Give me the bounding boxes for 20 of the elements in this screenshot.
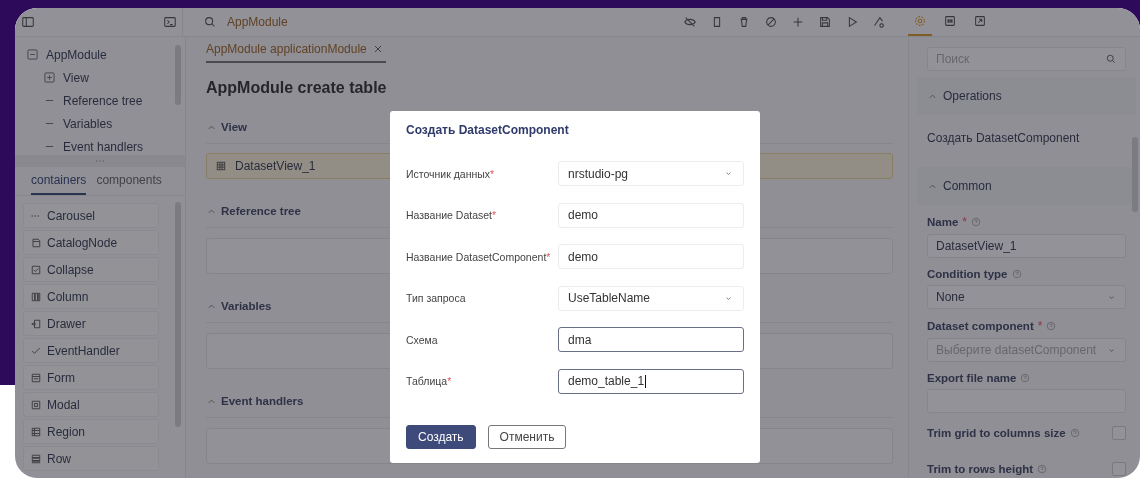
dialog-title: Создать DatasetComponent bbox=[406, 123, 570, 137]
field-label: Trim to rows height bbox=[927, 463, 1034, 475]
page-title: AppModule create table bbox=[206, 79, 388, 97]
required-mark: * bbox=[447, 375, 452, 388]
field-label: Dataset component bbox=[927, 320, 1034, 332]
field-label: Condition type bbox=[927, 268, 1008, 280]
required-mark: * bbox=[490, 167, 495, 180]
field-label: Название DatasetComponent bbox=[406, 250, 547, 263]
field-label: Название Dataset bbox=[406, 209, 493, 222]
field-label: Export file name bbox=[927, 372, 1017, 384]
field-label: Таблица bbox=[406, 375, 448, 388]
required-mark: * bbox=[1037, 319, 1043, 333]
required-mark: * bbox=[546, 250, 551, 263]
field-label: Схема bbox=[406, 333, 438, 346]
field-label: Источник данных bbox=[406, 167, 491, 180]
field-label: Trim grid to columns size bbox=[927, 427, 1066, 439]
required-mark: * bbox=[962, 215, 967, 229]
field-label: Тип запроса bbox=[406, 292, 466, 305]
field-label: Name bbox=[927, 216, 959, 228]
required-mark: * bbox=[492, 209, 497, 222]
